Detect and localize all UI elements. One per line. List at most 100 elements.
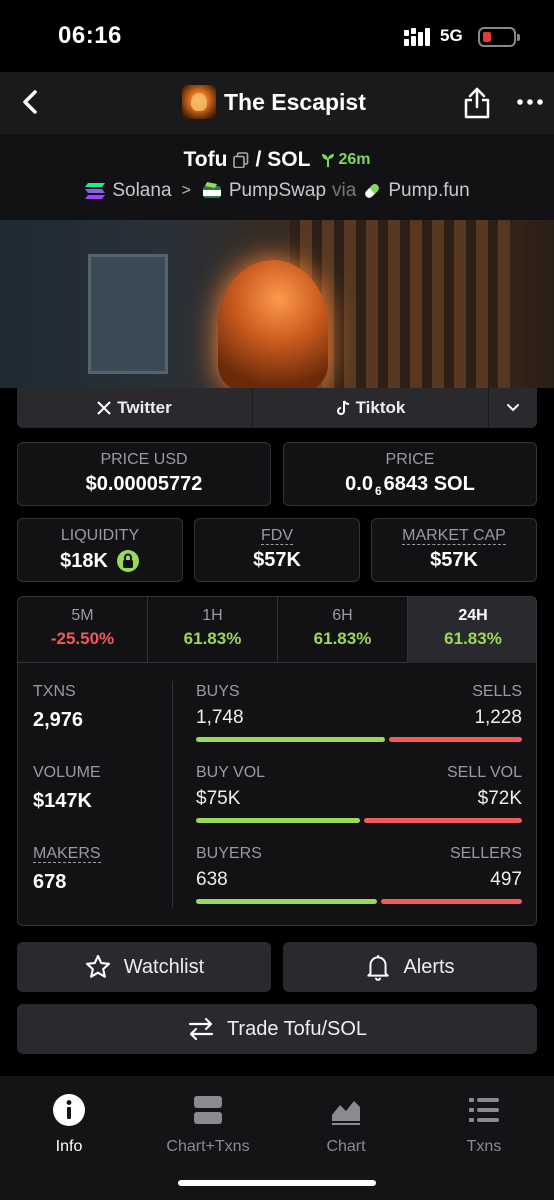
twitter-button[interactable]: Twitter (17, 388, 253, 428)
market-cap-label[interactable]: MARKET CAP (402, 527, 506, 545)
page-title: The Escapist (224, 88, 366, 115)
buyers-value: 638 (196, 869, 228, 890)
buyers-sellers-ratio: BUYERS SELLERS 638 497 (196, 845, 522, 904)
tab-6h[interactable]: 6H 61.83% (278, 597, 408, 663)
txns-value: 2,976 (33, 709, 84, 731)
buys-label: BUYS (196, 683, 240, 700)
tab-6h-label: 6H (332, 607, 353, 624)
watchlist-button[interactable]: Watchlist (17, 942, 271, 992)
home-indicator (178, 1180, 376, 1186)
info-icon (53, 1094, 85, 1126)
volume-bar (196, 818, 522, 823)
sell-vol-value: $72K (477, 788, 522, 809)
social-links: Twitter Tiktok (17, 388, 537, 428)
liquidity-value-row: $18K (18, 549, 182, 573)
tab-24h-change: 61.83% (444, 629, 502, 648)
volume-stat: VOLUME $147K (33, 764, 101, 813)
buys-sells-ratio: BUYS SELLS 1,748 1,228 (196, 683, 522, 742)
swap-arrows-icon (188, 1017, 214, 1041)
tab-chart-txns[interactable]: Chart+Txns (143, 1092, 273, 1156)
trade-label: Trade Tofu/SOL (226, 1017, 368, 1040)
buys-value: 1,748 (196, 707, 244, 728)
tab-1h-label: 1H (202, 607, 223, 624)
tab-txns-label: Txns (466, 1138, 502, 1155)
tab-6h-change: 61.83% (313, 629, 372, 648)
share-button[interactable] (462, 86, 494, 120)
chart-icon (332, 1101, 360, 1125)
pair-age-value: 26m (338, 151, 371, 168)
back-button[interactable] (14, 86, 46, 118)
signal-icon (404, 28, 430, 46)
tiktok-button[interactable]: Tiktok (253, 388, 489, 428)
tab-24h[interactable]: 24H 61.83% (408, 597, 536, 663)
token-logo (182, 85, 216, 119)
tab-chart-txns-label: Chart+Txns (166, 1138, 250, 1155)
makers-value: 678 (33, 871, 67, 893)
watchlist-label: Watchlist (123, 955, 205, 978)
seedling-icon (322, 154, 335, 167)
stats-divider (172, 681, 173, 907)
sell-vol-label: SELL VOL (446, 764, 522, 781)
network-type: 5G (440, 26, 463, 45)
buyers-sellers-bar (196, 899, 522, 904)
buy-vol-value: $75K (196, 788, 241, 809)
tiktok-icon (336, 400, 349, 415)
price-usd-value: $0.00005772 (85, 473, 203, 495)
price-native-prefix: 0.0 (345, 473, 373, 495)
sellers-value: 497 (490, 869, 522, 890)
token-banner-image (0, 220, 554, 388)
buys-sells-bar (196, 737, 522, 742)
more-links-dropdown[interactable] (489, 388, 537, 428)
launchpad-name[interactable]: Pump.fun (388, 180, 469, 202)
dex-name[interactable]: PumpSwap (229, 180, 326, 202)
trade-button[interactable]: Trade Tofu/SOL (17, 1004, 537, 1054)
alerts-label: Alerts (403, 955, 455, 978)
sells-value: 1,228 (474, 707, 522, 728)
pair-info: Tofu / SOL 26m Solana > PumpSwap via Pum… (0, 134, 554, 220)
quote-symbol: SOL (267, 148, 311, 171)
status-bar: 06:16 5G (0, 0, 554, 72)
token-title: The Escapist (182, 84, 366, 120)
price-native-card: PRICE 0.0 6 6843 SOL (283, 442, 537, 506)
fdv-card: FDV $57K (194, 518, 360, 582)
price-native-digits: 6843 SOL (383, 473, 475, 495)
buyers-bar-fill (196, 899, 377, 904)
lock-icon[interactable] (116, 549, 140, 573)
app-header: The Escapist (0, 72, 554, 134)
tab-1h[interactable]: 1H 61.83% (148, 597, 278, 663)
pair-age: 26m (320, 151, 370, 169)
makers-label[interactable]: MAKERS (33, 845, 101, 863)
copy-icon[interactable] (233, 152, 249, 168)
tab-5m[interactable]: 5M -25.50% (18, 597, 148, 663)
txns-stat: TXNS 2,976 (33, 683, 83, 732)
tab-info[interactable]: Info (4, 1092, 134, 1156)
sellers-bar-fill (381, 899, 522, 904)
fdv-label[interactable]: FDV (261, 527, 293, 545)
pumpfun-icon (365, 184, 380, 198)
buy-vol-bar-fill (196, 818, 360, 823)
buyers-label: BUYERS (196, 845, 262, 862)
split-view-icon (194, 1096, 222, 1124)
chevron-right-icon: > (181, 182, 191, 199)
volume-value: $147K (33, 790, 92, 812)
price-native-zeros: 6 (374, 484, 382, 498)
trading-stats: 5M -25.50% 1H 61.83% 6H 61.83% 24H 61.83… (17, 596, 537, 926)
alerts-button[interactable]: Alerts (283, 942, 537, 992)
txns-label: TXNS (33, 683, 76, 700)
volume-label: VOLUME (33, 764, 101, 781)
chain-name[interactable]: Solana (112, 180, 171, 202)
twitter-label: Twitter (117, 398, 172, 417)
timeframe-tabs: 5M -25.50% 1H 61.83% 6H 61.83% 24H 61.83… (18, 597, 536, 663)
more-options-button[interactable] (514, 86, 546, 118)
list-icon (469, 1098, 499, 1122)
fdv-value: $57K (253, 549, 301, 571)
tab-5m-label: 5M (71, 607, 94, 624)
tab-chart-label: Chart (326, 1138, 366, 1155)
liquidity-card: LIQUIDITY $18K (17, 518, 183, 582)
volume-ratio: BUY VOL SELL VOL $75K $72K (196, 764, 522, 823)
more-dots-icon (517, 99, 543, 105)
buys-bar-fill (196, 737, 385, 742)
tab-chart[interactable]: Chart (281, 1092, 411, 1156)
tab-txns[interactable]: Txns (419, 1092, 549, 1156)
tab-1h-change: 61.83% (183, 629, 242, 648)
